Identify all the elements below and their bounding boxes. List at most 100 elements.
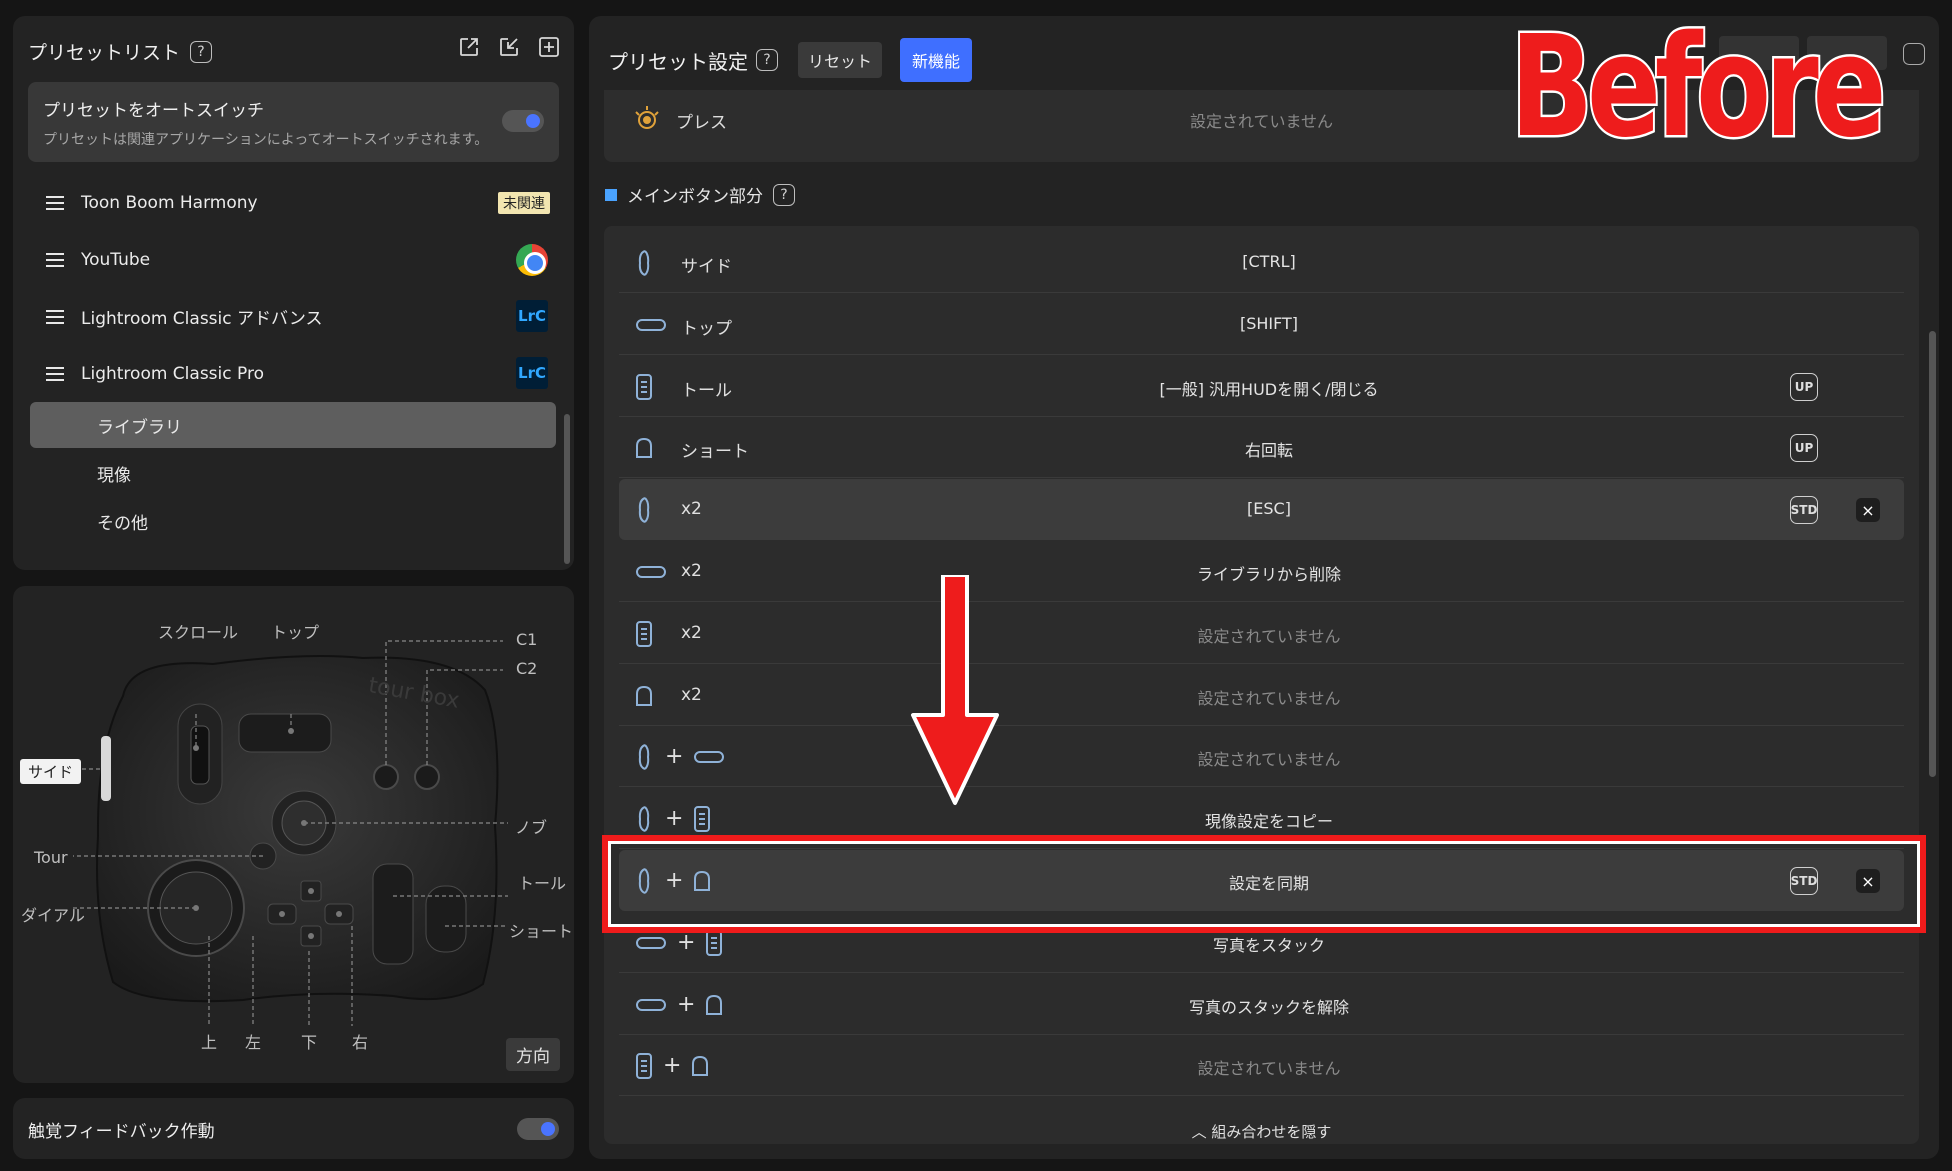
label-c1: C1 (516, 630, 538, 649)
mapping-value: ライブラリから削除 (1196, 565, 1341, 584)
plus-icon: + (677, 991, 696, 1017)
import-icon[interactable] (496, 34, 522, 60)
mode-tag-button[interactable]: STD (1790, 496, 1818, 525)
preset-list-panel: プリセットリスト ? プリセットをオートスイッチ プリセットは関連アプリケーショ… (13, 16, 574, 570)
label-dial: ダイアル (21, 906, 85, 925)
preset-label: Toon Boom Harmony (81, 192, 258, 213)
tourbox-device-illustration (73, 640, 508, 1026)
plus-icon: + (665, 806, 684, 832)
mapping-value: 現像設定をコピー (1204, 812, 1333, 832)
mapping-row[interactable]: + 設定されていません (619, 726, 1904, 788)
mapping-row[interactable]: x2 設定されていません (619, 665, 1904, 726)
preset-list: Toon Boom Harmony 未関連 YouTube Lightroom … (28, 174, 568, 546)
mapping-value: 設定されていません (1197, 626, 1341, 646)
button-icons (635, 435, 653, 461)
label-tour: Tour (34, 848, 68, 867)
direction-button[interactable]: 方向 (506, 1038, 560, 1071)
settings-scrollbar[interactable] (1929, 331, 1936, 777)
label-c2: C2 (516, 659, 538, 678)
mapping-row[interactable]: + 設定されていません (619, 1035, 1904, 1097)
top-button-icon (635, 317, 667, 333)
chrome-icon (516, 244, 548, 276)
before-overlay-text: Before (1508, 6, 1888, 169)
mapping-name: x2 (681, 684, 702, 705)
preset-label: Lightroom Classic Pro (81, 363, 264, 384)
mapping-row[interactable]: トール [一般] 汎用HUDを開く/閉じる UP (619, 356, 1904, 417)
side-button-icon (635, 743, 655, 771)
reset-button[interactable]: リセット (798, 42, 883, 78)
label-top: トップ (271, 623, 320, 642)
label-scroll: スクロール (158, 623, 239, 642)
plus-icon: + (677, 929, 696, 955)
label-tall: トール (518, 874, 567, 893)
mapping-row[interactable]: + 写真のスタックを解除 (619, 974, 1904, 1035)
top-button-icon (635, 997, 667, 1013)
preset-list-scrollbar[interactable] (564, 414, 570, 564)
device-panel: スクロール トップ C1 C2 サイド ノブ Tour トール ダイアル ショー… (13, 586, 574, 1083)
mapping-row[interactable]: ショート 右回転 UP (619, 417, 1904, 479)
short-button-icon (635, 437, 653, 459)
button-icons (635, 312, 667, 338)
button-icons: + (635, 992, 723, 1018)
short-button-icon (635, 685, 653, 707)
tall-button-icon (635, 373, 653, 401)
hide-combos-button[interactable]: ︿ 組み合わせを隠す (604, 1121, 1919, 1142)
export-icon[interactable] (456, 34, 482, 60)
section-title: メインボタン部分 ? (605, 182, 795, 207)
button-icons: + (635, 806, 711, 833)
mapping-name: x2 (681, 561, 702, 581)
button-icons (635, 559, 667, 585)
add-preset-icon[interactable] (536, 34, 562, 60)
mapping-row[interactable]: トップ [SHIFT] (619, 294, 1904, 355)
short-button-icon (691, 1055, 709, 1077)
drag-handle-icon[interactable] (46, 309, 64, 324)
new-feature-button[interactable]: 新機能 (900, 38, 973, 82)
button-icons (635, 683, 653, 709)
preset-item-youtube[interactable]: YouTube (28, 231, 568, 288)
preset-list-header: プリセットリスト ? (28, 38, 213, 65)
preset-item-toon-boom[interactable]: Toon Boom Harmony 未関連 (28, 174, 568, 231)
autoswitch-toggle[interactable] (502, 110, 544, 132)
help-icon[interactable]: ? (190, 40, 213, 63)
lrc-icon: LrC (516, 357, 548, 389)
drag-handle-icon[interactable] (46, 366, 64, 381)
drag-handle-icon[interactable] (46, 252, 64, 267)
autoswitch-description: プリセットは関連アプリケーションによってオートスイッチされます。 (43, 132, 489, 148)
mode-tag-button[interactable]: UP (1790, 434, 1818, 463)
mapping-value: 右回転 (1244, 441, 1293, 461)
settings-title: プリセット設定 (608, 49, 748, 74)
mode-tag-button[interactable]: UP (1790, 372, 1818, 401)
mapping-value: [CTRL] (1242, 252, 1296, 271)
mapping-value: 写真をスタック (1212, 935, 1325, 955)
mapping-value: 写真のスタックを解除 (1188, 997, 1349, 1017)
down-arrow-annotation (911, 575, 999, 805)
label-short: ショート (509, 922, 574, 941)
side-button-icon (635, 496, 655, 524)
button-icons (635, 620, 653, 647)
button-icons: + (635, 743, 725, 771)
preset-label: Lightroom Classic アドバンス (81, 309, 323, 329)
plus-icon: + (663, 1053, 682, 1079)
mapping-row[interactable]: x2 設定されていません (619, 603, 1904, 664)
help-icon[interactable] (1903, 43, 1925, 65)
mapping-value: 設定されていません (1197, 750, 1341, 770)
close-icon[interactable]: × (1856, 498, 1880, 523)
button-icons (635, 373, 653, 401)
drag-handle-icon[interactable] (46, 195, 64, 210)
mapping-row[interactable]: サイド [CTRL] (619, 232, 1904, 293)
sub-item-other[interactable]: その他 (30, 498, 556, 544)
haptic-panel: 触覚フィードバック作動 (13, 1098, 574, 1159)
settings-header: プリセット設定 ? リセット 新機能 (608, 38, 973, 82)
tall-button-icon (635, 1052, 653, 1080)
help-icon[interactable]: ? (773, 183, 795, 206)
mapping-row[interactable]: x2 [ESC] STD × (619, 479, 1904, 541)
help-icon[interactable]: ? (756, 49, 778, 71)
sub-item-library[interactable]: ライブラリ (30, 402, 556, 448)
mapping-row[interactable]: x2 ライブラリから削除 (619, 541, 1904, 602)
preset-item-lrc-advance[interactable]: Lightroom Classic アドバンス LrC (28, 288, 568, 345)
preset-item-lrc-pro[interactable]: Lightroom Classic Pro LrC (28, 345, 568, 402)
sub-item-develop[interactable]: 現像 (30, 450, 556, 496)
haptic-toggle[interactable] (517, 1118, 559, 1140)
label-up: 上 (201, 1033, 218, 1052)
label-side[interactable]: サイド (20, 759, 82, 784)
